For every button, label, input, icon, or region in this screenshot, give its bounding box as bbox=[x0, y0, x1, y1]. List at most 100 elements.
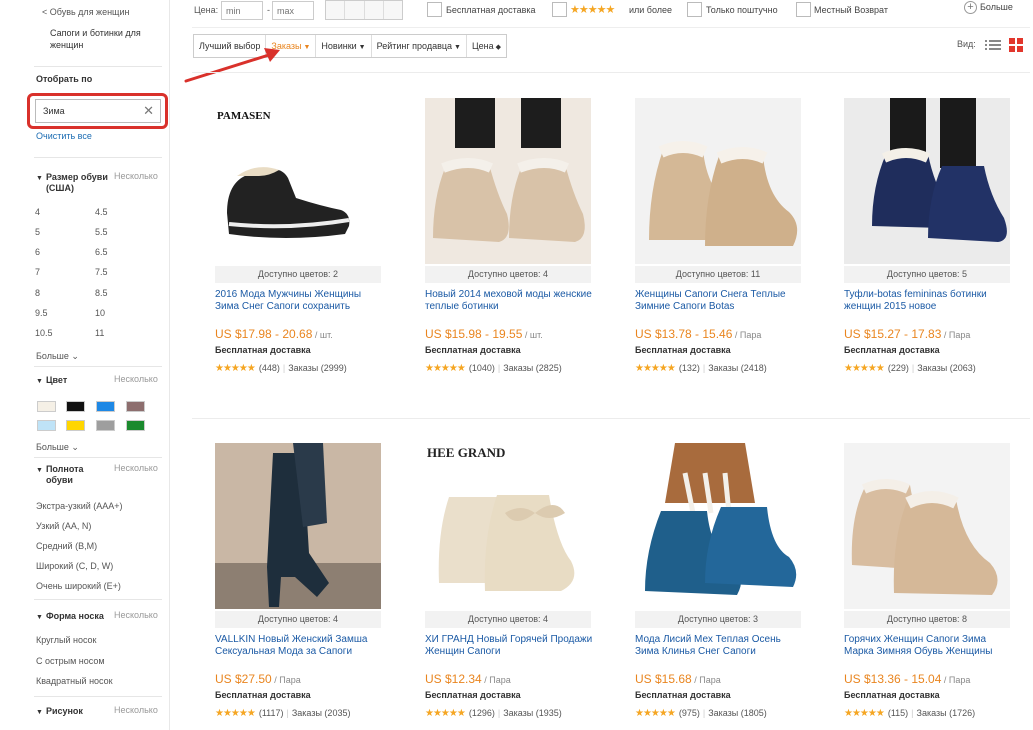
product-image[interactable] bbox=[635, 443, 801, 609]
review-count[interactable]: (1040) bbox=[469, 363, 495, 373]
sort-newest[interactable]: Новинки ▼ bbox=[316, 35, 372, 57]
review-count[interactable]: (975) bbox=[679, 708, 700, 718]
product-title-link[interactable]: 2016 Мода Мужчины Женщины Зима Снег Сапо… bbox=[215, 289, 385, 315]
grid-view-icon[interactable] bbox=[1009, 38, 1023, 52]
color-swatch[interactable] bbox=[37, 420, 56, 431]
review-count[interactable]: (115) bbox=[888, 708, 908, 718]
size-option[interactable]: 5 bbox=[35, 227, 40, 237]
orders-count[interactable]: Заказы (2999) bbox=[288, 363, 347, 373]
product-image[interactable]: PAMASEN bbox=[215, 98, 381, 264]
review-count[interactable]: (1296) bbox=[469, 708, 495, 718]
color-swatch[interactable] bbox=[96, 401, 115, 412]
multi-select-toggle[interactable]: Несколько bbox=[114, 171, 158, 181]
rating-checkbox[interactable] bbox=[552, 2, 567, 17]
orders-count[interactable]: Заказы (1726) bbox=[917, 708, 976, 718]
review-count[interactable]: (1117) bbox=[259, 708, 284, 718]
product-card[interactable]: Доступно цветов: 5 Туфли-botas femininas … bbox=[844, 98, 1014, 388]
size-option[interactable]: 6.5 bbox=[95, 247, 108, 257]
product-title-link[interactable]: ХИ ГРАНД Новый Горячей Продажи Женщин Са… bbox=[425, 634, 595, 660]
more-filters-button[interactable]: + Больше bbox=[964, 1, 1013, 14]
single-item-checkbox[interactable] bbox=[687, 2, 702, 17]
size-option[interactable]: 9.5 bbox=[35, 308, 48, 318]
keyword-filter-input[interactable] bbox=[36, 100, 136, 122]
orders-count[interactable]: Заказы (2063) bbox=[917, 363, 976, 373]
toe-filter-heading[interactable]: ▼ Форма носка bbox=[36, 611, 104, 623]
product-card[interactable]: Доступно цветов: 3 Мода Лисий Мех Теплая … bbox=[635, 443, 805, 730]
product-image[interactable] bbox=[425, 98, 591, 264]
breadcrumb-back-link[interactable]: < Обувь для женщин bbox=[42, 7, 129, 17]
review-count[interactable]: (132) bbox=[679, 363, 700, 373]
size-option[interactable]: 7 bbox=[35, 267, 40, 277]
color-more-link[interactable]: Больше ⌄ bbox=[36, 442, 79, 453]
color-filter-heading[interactable]: ▼ Цвет bbox=[36, 375, 67, 387]
width-option[interactable]: Узкий (AA, N) bbox=[36, 521, 91, 531]
size-option[interactable]: 5.5 bbox=[95, 227, 108, 237]
size-option[interactable]: 4 bbox=[35, 207, 40, 217]
product-image[interactable]: HEE GRAND bbox=[425, 443, 591, 609]
product-title-link[interactable]: Туфли-botas femininas ботинки женщин 201… bbox=[844, 289, 1014, 315]
width-option[interactable]: Экстра-узкий (AAA+) bbox=[36, 501, 123, 511]
product-title-link[interactable]: Мода Лисий Мех Теплая Осень Зима Клинья … bbox=[635, 634, 805, 660]
size-option[interactable]: 6 bbox=[35, 247, 40, 257]
review-count[interactable]: (229) bbox=[888, 363, 909, 373]
free-shipping-checkbox[interactable] bbox=[427, 2, 442, 17]
product-image[interactable] bbox=[635, 98, 801, 264]
size-more-link[interactable]: Больше ⌄ bbox=[36, 351, 79, 362]
pattern-filter-heading[interactable]: ▼ Рисунок bbox=[36, 706, 83, 718]
size-option[interactable]: 10.5 bbox=[35, 328, 53, 338]
orders-count[interactable]: Заказы (1935) bbox=[503, 708, 562, 718]
width-filter-heading[interactable]: ▼ Полнота обуви bbox=[36, 464, 88, 486]
orders-count[interactable]: Заказы (2418) bbox=[708, 363, 767, 373]
toe-option[interactable]: Квадратный носок bbox=[36, 676, 113, 686]
product-title-link[interactable]: Женщины Сапоги Снега Теплые Зимние Сапог… bbox=[635, 289, 805, 315]
color-swatch[interactable] bbox=[66, 401, 85, 412]
color-swatch[interactable] bbox=[126, 401, 145, 412]
local-return-checkbox[interactable] bbox=[796, 2, 811, 17]
price-min-input[interactable] bbox=[221, 1, 263, 20]
sort-price[interactable]: Цена ◆ bbox=[467, 35, 506, 57]
product-title-link[interactable]: Новый 2014 меховой моды женские теплые б… bbox=[425, 289, 595, 315]
multi-select-toggle[interactable]: Несколько bbox=[114, 705, 158, 715]
color-swatch[interactable] bbox=[37, 401, 56, 412]
product-title-link[interactable]: VALLKIN Новый Женский Замша Сексуальная … bbox=[215, 634, 385, 660]
size-option[interactable]: 4.5 bbox=[95, 207, 108, 217]
product-image[interactable] bbox=[215, 443, 381, 609]
product-image[interactable] bbox=[844, 98, 1010, 264]
size-option[interactable]: 10 bbox=[95, 308, 105, 318]
toe-option[interactable]: С острым носом bbox=[36, 656, 105, 666]
price-range-presets[interactable] bbox=[325, 0, 403, 20]
product-card[interactable]: Доступно цветов: 4 VALLKIN Новый Женский … bbox=[215, 443, 385, 730]
width-option[interactable]: Средний (B,M) bbox=[36, 541, 97, 551]
product-card[interactable]: Доступно цветов: 8 Горячих Женщин Сапоги … bbox=[844, 443, 1014, 730]
orders-count[interactable]: Заказы (2825) bbox=[503, 363, 562, 373]
product-card[interactable]: Доступно цветов: 4 Новый 2014 меховой мод… bbox=[425, 98, 595, 388]
multi-select-toggle[interactable]: Несколько bbox=[114, 610, 158, 620]
product-card[interactable]: Доступно цветов: 11 Женщины Сапоги Снега … bbox=[635, 98, 805, 388]
list-view-icon[interactable] bbox=[985, 38, 1001, 52]
size-filter-heading[interactable]: ▼ Размер обуви (США) bbox=[36, 172, 110, 194]
orders-count[interactable]: Заказы (1805) bbox=[708, 708, 767, 718]
product-card[interactable]: HEE GRAND Доступно цветов: 4 ХИ ГРАНД Новы… bbox=[425, 443, 595, 730]
size-option[interactable]: 7.5 bbox=[95, 267, 108, 277]
multi-select-toggle[interactable]: Несколько bbox=[114, 463, 158, 473]
orders-count[interactable]: Заказы (2035) bbox=[292, 708, 351, 718]
color-swatch[interactable] bbox=[66, 420, 85, 431]
review-count[interactable]: (448) bbox=[259, 363, 280, 373]
sort-seller-rating[interactable]: Рейтинг продавца ▼ bbox=[372, 35, 467, 57]
product-image[interactable] bbox=[844, 443, 1010, 609]
color-swatch[interactable] bbox=[126, 420, 145, 431]
keyword-filter-field[interactable]: ✕ bbox=[35, 99, 161, 123]
breadcrumb-current-category[interactable]: Сапоги и ботинки для женщин bbox=[50, 27, 165, 51]
product-title-link[interactable]: Горячих Женщин Сапоги Зима Марка Зимняя … bbox=[844, 634, 1014, 660]
multi-select-toggle[interactable]: Несколько bbox=[114, 374, 158, 384]
price-max-input[interactable] bbox=[272, 1, 314, 20]
toe-option[interactable]: Круглый носок bbox=[36, 635, 97, 645]
color-swatch[interactable] bbox=[96, 420, 115, 431]
product-card[interactable]: PAMASEN Доступно цветов: 2 2016 Мода Мужчи… bbox=[215, 98, 385, 388]
width-option[interactable]: Широкий (C, D, W) bbox=[36, 561, 113, 571]
clear-all-link[interactable]: Очистить все bbox=[36, 131, 92, 141]
size-option[interactable]: 8.5 bbox=[95, 288, 108, 298]
clear-keyword-icon[interactable]: ✕ bbox=[143, 104, 154, 118]
size-option[interactable]: 11 bbox=[95, 328, 104, 338]
width-option[interactable]: Очень широкий (E+) bbox=[36, 581, 121, 591]
